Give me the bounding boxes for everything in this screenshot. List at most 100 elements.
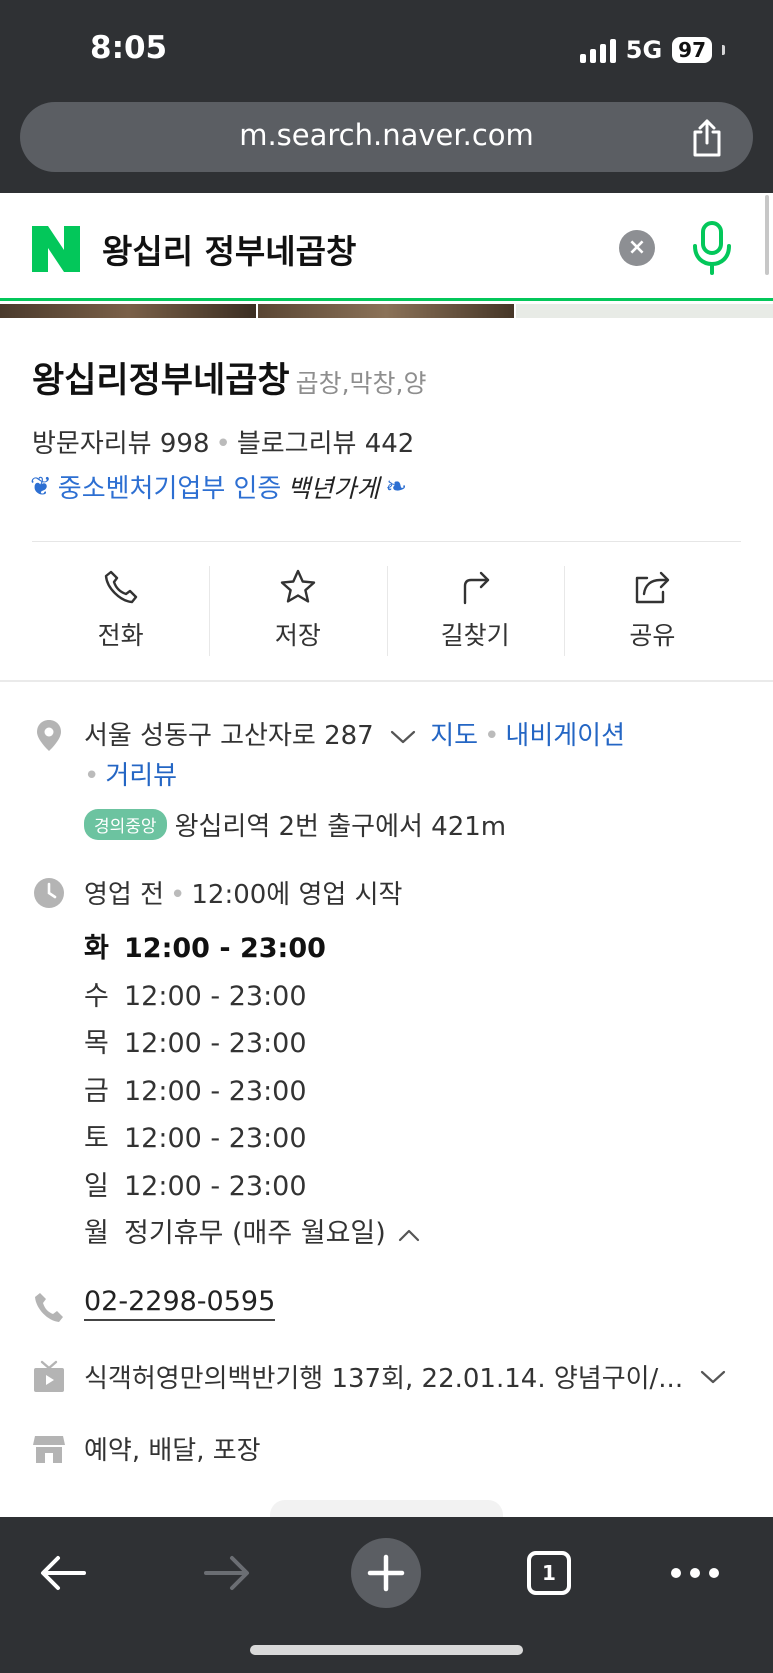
network-type: 5G (625, 36, 663, 64)
day-label: 토 (84, 1123, 109, 1154)
location-pin-icon (37, 720, 61, 751)
plus-icon (367, 1554, 405, 1592)
navigation-link[interactable]: 내비게이션 (505, 721, 625, 751)
directions-button[interactable]: 길찾기 (386, 566, 564, 656)
directions-label: 길찾기 (440, 621, 510, 650)
map-thumb[interactable] (516, 304, 773, 318)
store-icon (33, 1436, 65, 1463)
hours-row-wed: 수 12:00 - 23:00 (84, 973, 420, 1021)
tv-icon (34, 1360, 64, 1392)
plus-circle (351, 1538, 421, 1608)
services-text: 예약, 배달, 포장 (84, 1436, 261, 1466)
day-label: 목 (84, 1028, 109, 1059)
share-button[interactable]: 공유 (563, 566, 741, 656)
arrow-right-icon (204, 1556, 249, 1590)
hours-row-tue: 화 12:00 - 23:00 (84, 925, 420, 973)
certification-badge[interactable]: ❦ 중소벤처기업부 인증 백년가게 ❧ (30, 468, 407, 505)
address-block: 서울 성동구 고산자로 287 지도 • 내비게이션 • 거리뷰 (84, 716, 724, 796)
scroll-indicator (765, 195, 769, 275)
save-label: 저장 (274, 621, 321, 650)
battery-icon: 97 (672, 37, 712, 63)
hours-time: 12:00 - 23:00 (124, 1170, 307, 1202)
battery-tip (722, 45, 725, 55)
certification-text: 중소벤처기업부 인증 (57, 474, 282, 504)
subway-info: 경의중앙 왕십리역 2번 출구에서 421m (84, 806, 506, 843)
phone-icon (35, 1293, 63, 1322)
call-label: 전화 (97, 621, 144, 650)
new-tab-button[interactable] (351, 1538, 421, 1608)
back-button[interactable] (36, 1539, 90, 1607)
photo-thumb[interactable] (258, 304, 514, 318)
naver-logo-icon[interactable] (32, 226, 80, 272)
share-icon[interactable] (689, 118, 725, 158)
chevron-down-icon[interactable] (390, 729, 416, 745)
search-query[interactable]: 왕십리 정부네곱창 (102, 225, 356, 273)
tab-count: 1 (527, 1551, 571, 1595)
star-icon (280, 569, 316, 603)
share-icon (636, 571, 670, 604)
separator-dot: • (170, 880, 186, 910)
signal-icon (579, 37, 616, 63)
microphone-icon[interactable] (690, 220, 734, 276)
share-label: 공유 (629, 621, 676, 650)
tv-appearance-text[interactable]: 식객허영만의백반기행 137회, 22.01.14. 양념구이/... (84, 1358, 683, 1395)
more-icon (671, 1568, 719, 1578)
day-label: 금 (84, 1075, 109, 1107)
map-link[interactable]: 지도 (430, 721, 478, 751)
business-status[interactable]: 영업 전 • 12:00에 영업 시작 (84, 874, 402, 911)
phone-number-link[interactable]: 02-2298-0595 (84, 1285, 276, 1321)
subway-line-badge: 경의중앙 (84, 809, 167, 840)
address-bar[interactable]: m.search.naver.com (20, 102, 753, 172)
status-detail: 12:00에 영업 시작 (191, 880, 403, 910)
separator-dot: • (84, 761, 100, 791)
separator-dot: • (215, 429, 231, 459)
divider (32, 541, 741, 542)
address-text: 서울 성동구 고산자로 287 (84, 721, 374, 751)
hours-row-sat: 토 12:00 - 23:00 (84, 1115, 420, 1163)
day-label: 수 (84, 980, 109, 1012)
save-button[interactable]: 저장 (209, 566, 386, 656)
century-store-mark: 백년가게 (287, 473, 380, 503)
street-view-link[interactable]: 거리뷰 (105, 761, 177, 791)
status-text: 영업 전 (84, 880, 165, 910)
hours-time: 12:00 - 23:00 (124, 1123, 307, 1154)
search-header: 왕십리 정부네곱창 × (0, 193, 773, 301)
tabs-button[interactable]: 1 (524, 1539, 574, 1607)
day-label: 일 (84, 1170, 109, 1202)
hours-row-mon: 월 정기휴무 (매주 월요일) (84, 1210, 420, 1258)
arrow-left-icon (41, 1556, 86, 1590)
chevron-down-icon[interactable] (700, 1369, 726, 1385)
section-divider (0, 680, 773, 682)
clear-search-button[interactable]: × (619, 230, 655, 266)
hours-time: 12:00 - 23:00 (124, 980, 307, 1012)
directions-icon (463, 571, 490, 605)
hours-time: 정기휴무 (매주 월요일) (124, 1218, 386, 1249)
home-indicator (250, 1645, 523, 1655)
day-label: 화 (84, 933, 109, 964)
review-counts: 방문자리뷰 998 • 블로그리뷰 442 (32, 423, 414, 460)
blog-reviews-link[interactable]: 블로그리뷰 442 (237, 429, 415, 459)
day-label: 월 (84, 1218, 109, 1249)
hours-time: 12:00 - 23:00 (124, 933, 326, 964)
photo-thumb[interactable] (0, 304, 256, 318)
action-bar: 전화 저장 길찾기 공유 (32, 566, 741, 656)
hours-list: 화 12:00 - 23:00 수 12:00 - 23:00 목 12:00 - 2… (84, 925, 420, 1258)
call-button[interactable]: 전화 (32, 566, 209, 656)
place-name: 왕십리정부네곱창 (32, 361, 290, 401)
url-text[interactable]: m.search.naver.com (20, 118, 753, 152)
more-button[interactable] (670, 1539, 720, 1607)
hours-time: 12:00 - 23:00 (124, 1075, 307, 1107)
visitor-reviews-link[interactable]: 방문자리뷰 998 (32, 429, 210, 459)
browser-top-chrome: 8:05 5G 97 m.search.naver.com (0, 0, 773, 193)
status-indicators: 5G 97 (579, 36, 725, 64)
place-category: 곱창,막창,양 (295, 369, 427, 398)
clock-icon (34, 878, 64, 908)
laurel-right-icon: ❧ (385, 471, 408, 502)
separator-dot: • (484, 721, 500, 751)
forward-button[interactable] (200, 1539, 254, 1607)
subway-distance: 왕십리역 2번 출구에서 421m (174, 812, 507, 842)
phone-icon (104, 570, 137, 604)
photo-strip[interactable] (0, 304, 773, 318)
status-time: 8:05 (90, 30, 168, 66)
chevron-up-icon[interactable] (398, 1228, 420, 1242)
